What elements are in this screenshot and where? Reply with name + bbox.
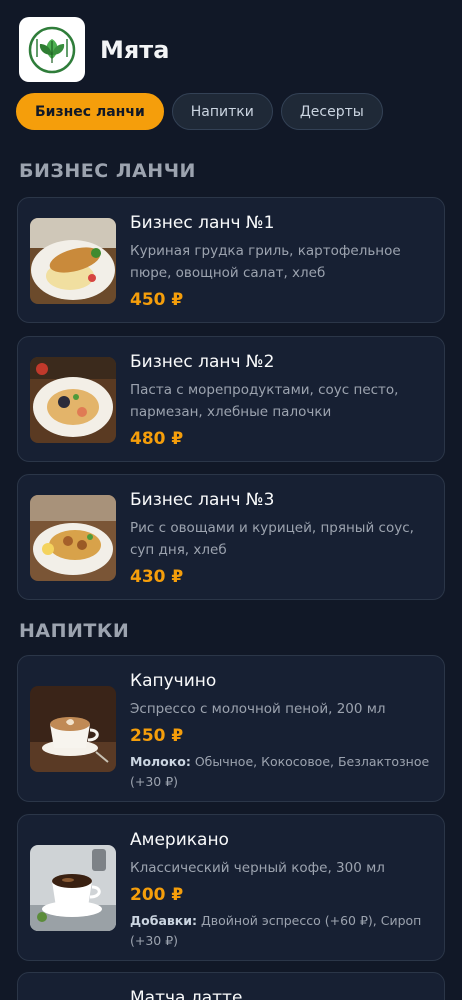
menu-item-card[interactable]: Матча латте [17,972,445,1000]
item-name: Бизнес ланч №1 [130,213,275,233]
section-title-lunches: БИЗНЕС ЛАНЧИ [19,160,196,182]
item-price: 200 ₽ [130,885,184,905]
item-name: Американо [130,830,229,850]
item-description: Эспрессо с молочной пеной, 200 мл [130,701,386,717]
item-price: 450 ₽ [130,290,184,310]
drink-image-americano [30,845,116,931]
category-tabs: Бизнес ланчи Напитки Десерты [16,93,383,130]
item-name: Бизнес ланч №3 [130,490,275,510]
menu-item-info: Бизнес ланч №3 Рис с овощами и курицей, … [130,489,432,589]
tab-desserts[interactable]: Десерты [280,93,383,130]
item-name: Капучино [130,671,217,691]
dish-image-chicken [30,218,116,304]
menu-item-info: Матча латте [130,987,432,1000]
item-price: 250 ₽ [130,726,184,746]
item-description: Паста с морепродуктами, соус песто, парм… [130,382,399,420]
menu-item-info: Капучино Эспрессо с молочной пеной, 200 … [130,670,432,792]
mint-leaf-logo-icon [28,26,76,73]
app-logo [19,17,85,82]
item-description: Рис с овощами и курицей, пряный соус, су… [130,520,414,558]
item-price: 480 ₽ [130,429,184,449]
section-title-drinks: НАПИТКИ [19,620,130,642]
item-description: Классический черный кофе, 300 мл [130,860,385,876]
menu-item-info: Бизнес ланч №2 Паста с морепродуктами, с… [130,351,432,451]
app-header: Мята [19,17,169,82]
menu-item-card[interactable]: Бизнес ланч №1 Куриная грудка гриль, кар… [17,197,445,323]
app-title: Мята [100,35,170,64]
menu-item-card[interactable]: Американо Классический черный кофе, 300 … [17,814,445,961]
item-description: Куриная грудка гриль, картофельное пюре,… [130,243,401,281]
tab-drinks[interactable]: Напитки [171,93,273,130]
drink-image-cappuccino [30,686,116,772]
item-name: Матча латте [130,988,243,1000]
menu-item-card[interactable]: Капучино Эспрессо с молочной пеной, 200 … [17,655,445,802]
tab-business-lunches[interactable]: Бизнес ланчи [16,93,164,130]
item-options: Добавки: Двойной эспрессо (+60 ₽), Сироп… [130,913,422,948]
item-price: 430 ₽ [130,567,184,587]
item-options: Молоко: Обычное, Кокосовое, Безлактозное… [130,754,430,789]
menu-item-card[interactable]: Бизнес ланч №3 Рис с овощами и курицей, … [17,474,445,600]
dish-image-pasta [30,357,116,443]
menu-item-info: Американо Классический черный кофе, 300 … [130,829,432,951]
item-name: Бизнес ланч №2 [130,352,275,372]
dish-image-rice [30,495,116,581]
menu-item-info: Бизнес ланч №1 Куриная грудка гриль, кар… [130,212,432,312]
menu-item-card[interactable]: Бизнес ланч №2 Паста с морепродуктами, с… [17,336,445,462]
